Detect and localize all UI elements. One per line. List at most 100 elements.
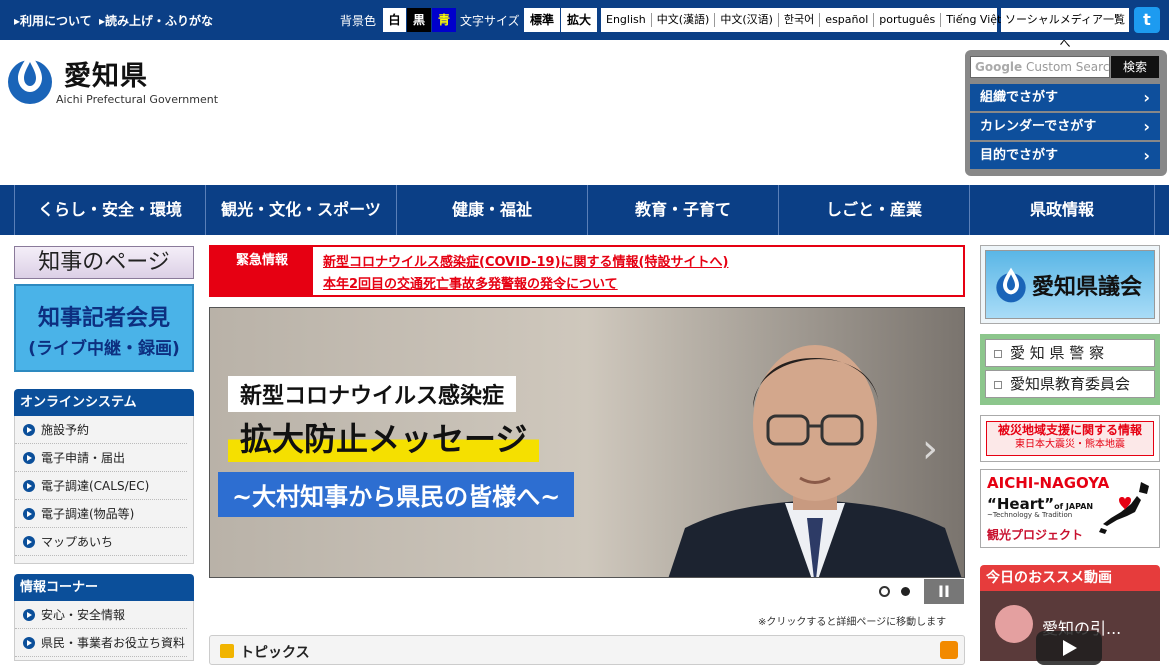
usage-link-label: 利用について	[20, 14, 92, 28]
press-conference-banner[interactable]: 知事記者会見 (ライブ中継・録画)	[14, 284, 194, 372]
covid-info-link[interactable]: 新型コロナウイルス感染症(COVID-19)に関する情報(特設サイトへ)	[323, 251, 728, 270]
recommended-video-heading: 今日のおススメ動画	[980, 565, 1160, 591]
heart-tagline: ~Technology & Tradition	[987, 511, 1073, 519]
heart-project-label: 観光プロジェクト	[987, 528, 1084, 542]
lang-korean[interactable]: 한국어	[779, 13, 821, 27]
nav-tourism-culture[interactable]: 観光・文化・スポーツ	[205, 185, 396, 235]
slide-caption-line3: ~大村知事から県民の皆様へ~	[218, 472, 575, 517]
heart-subtitle-suffix: of JAPAN	[1054, 502, 1094, 511]
chevron-right-icon[interactable]: ›	[922, 426, 938, 472]
heart-title: AICHI-NAGOYA	[987, 474, 1110, 492]
social-media-link[interactable]: ソーシャルメディア一覧へ	[1001, 8, 1129, 50]
disaster-support-banner[interactable]: 被災地域支援に関する情報 東日本大震災・熊本地震	[980, 415, 1160, 462]
police-link[interactable]: 愛 知 県 警 察	[985, 339, 1155, 367]
emergency-info-box: 緊急情報 新型コロナウイルス感染症(COVID-19)に関する情報(特設サイトへ…	[209, 245, 965, 297]
police-education-box: 愛 知 県 警 察 愛知県教育委員会	[980, 334, 1160, 405]
disaster-subtitle: 東日本大震災・熊本地震	[1015, 439, 1125, 450]
online-systems-heading: オンラインシステム	[14, 389, 194, 416]
chevron-right-icon: ›	[1143, 146, 1150, 165]
list-item[interactable]: マップあいち	[15, 528, 187, 556]
search-by-organization-label: 組織でさがす	[980, 90, 1059, 105]
avatar	[995, 605, 1033, 643]
nav-education[interactable]: 教育・子育て	[587, 185, 778, 235]
slide-dot-1[interactable]	[879, 586, 890, 597]
bg-blue-button[interactable]: 青	[432, 8, 456, 32]
play-icon[interactable]	[1036, 631, 1102, 665]
search-by-calendar[interactable]: カレンダーでさがす ›	[970, 113, 1160, 140]
read-aloud-link-label: 読み上げ・ふりがな	[105, 14, 214, 28]
chevron-right-icon: ›	[1143, 117, 1150, 136]
japan-map-icon	[1099, 482, 1149, 534]
lang-portuguese[interactable]: português	[874, 13, 942, 27]
google-wordmark: Google	[975, 60, 1023, 74]
topics-icon	[220, 644, 234, 658]
disaster-title: 被災地域支援に関する情報	[997, 423, 1142, 437]
bg-color-label: 背景色	[340, 14, 377, 28]
lang-chinese-traditional[interactable]: 中文(漢語)	[652, 13, 716, 27]
text-size-label: 文字サイズ	[460, 14, 520, 28]
education-board-link[interactable]: 愛知県教育委員会	[985, 370, 1155, 398]
bg-white-button[interactable]: 白	[383, 8, 406, 32]
global-navigation: くらし・安全・環境 観光・文化・スポーツ 健康・福祉 教育・子育て しごと・産業…	[0, 185, 1169, 235]
disaster-support-inner: 被災地域支援に関する情報 東日本大震災・熊本地震	[986, 421, 1154, 456]
assembly-banner[interactable]: 愛知県議会	[980, 245, 1160, 324]
slide-caption-line1: 新型コロナウイルス感染症	[228, 376, 517, 412]
slideshow-note: ※クリックすると詳細ページに移動します	[758, 617, 947, 628]
site-logo[interactable]: 愛知県 Aichi Prefectural Government	[6, 48, 221, 108]
usage-link[interactable]: ▸利用について	[14, 12, 92, 29]
press-title: 知事記者会見	[37, 306, 170, 331]
search-by-purpose[interactable]: 目的でさがす ›	[970, 142, 1160, 169]
topics-section: トピックス	[209, 635, 965, 665]
search-input[interactable]: Google Custom Search	[970, 56, 1110, 78]
search-by-purpose-label: 目的でさがす	[980, 148, 1059, 163]
governor-photo	[668, 345, 962, 577]
list-item[interactable]: 電子調達(CALS/EC)	[15, 472, 187, 500]
search-placeholder: Custom Search	[1026, 60, 1110, 74]
assembly-title: 愛知県議会	[1032, 275, 1143, 300]
nav-health-welfare[interactable]: 健康・福祉	[396, 185, 587, 235]
heart-of-japan-banner[interactable]: AICHI-NAGOYA “Heart”of JAPAN ~Technology…	[980, 469, 1160, 548]
read-aloud-link[interactable]: ▸読み上げ・ふりがな	[99, 12, 213, 29]
aichi-emblem-icon	[996, 267, 1026, 303]
list-item[interactable]: 電子申請・届出	[15, 444, 187, 472]
slide-dot-2[interactable]	[901, 587, 910, 596]
top-utility-bar: ▸利用について ▸読み上げ・ふりがな 背景色 白 黒 青 文字サイズ 標準 拡大…	[0, 0, 1169, 50]
list-item[interactable]: 施設予約	[15, 416, 187, 444]
rss-icon[interactable]	[940, 641, 958, 659]
lang-spanish[interactable]: español	[820, 13, 875, 27]
logo-title: 愛知県	[64, 61, 148, 92]
nav-prefectural-info[interactable]: 県政情報	[969, 185, 1155, 235]
lang-vietnamese[interactable]: Tiếng Việt	[941, 13, 1006, 27]
lang-english[interactable]: English	[601, 13, 652, 27]
logo-subtitle: Aichi Prefectural Government	[56, 93, 219, 106]
search-by-organization[interactable]: 組織でさがす ›	[970, 84, 1160, 111]
search-panel: Google Custom Search 検索 組織でさがす › カレンダーでさが…	[965, 50, 1167, 176]
text-size-standard-button[interactable]: 標準	[524, 8, 560, 32]
list-item[interactable]: 電子調達(物品等)	[15, 500, 187, 528]
chevron-right-icon: ›	[1143, 88, 1150, 107]
press-subtitle: (ライブ中継・録画)	[28, 339, 180, 359]
nav-life-safety[interactable]: くらし・安全・環境	[14, 185, 205, 235]
list-item[interactable]: 安心・安全情報	[15, 601, 187, 629]
info-corner-heading: 情報コーナー	[14, 574, 194, 601]
text-size-large-button[interactable]: 拡大	[561, 8, 597, 32]
pause-button[interactable]: II	[924, 579, 964, 604]
main-slideshow[interactable]: 新型コロナウイルス感染症 拡大防止メッセージ ~大村知事から県民の皆様へ~ ›	[209, 307, 965, 578]
aichi-emblem-icon	[8, 52, 52, 104]
topics-title: トピックス	[240, 645, 310, 661]
bg-black-button[interactable]: 黒	[407, 8, 431, 32]
twitter-icon[interactable]: t	[1134, 7, 1160, 33]
nav-work-industry[interactable]: しごと・産業	[778, 185, 969, 235]
governor-page-banner[interactable]: 知事のページ	[14, 246, 194, 279]
search-by-calendar-label: カレンダーでさがす	[980, 119, 1097, 134]
traffic-alert-link[interactable]: 本年2回目の交通死亡事故多発警報の発令について	[323, 273, 618, 292]
list-item[interactable]: 県民・事業者お役立ち資料	[15, 629, 187, 657]
recommended-video-player[interactable]: 愛知の引...	[980, 591, 1160, 665]
search-button[interactable]: 検索	[1111, 56, 1159, 78]
lang-chinese-simplified[interactable]: 中文(汉语)	[715, 13, 779, 27]
slide-caption-line2: 拡大防止メッセージ	[228, 412, 540, 462]
info-corner-list: 安心・安全情報 県民・事業者お役立ち資料	[14, 601, 194, 661]
online-systems-list: 施設予約 電子申請・届出 電子調達(CALS/EC) 電子調達(物品等) マップ…	[14, 416, 194, 564]
language-selector: English 中文(漢語) 中文(汉语) 한국어 español portug…	[601, 8, 1001, 32]
assembly-banner-inner: 愛知県議会	[985, 250, 1155, 319]
